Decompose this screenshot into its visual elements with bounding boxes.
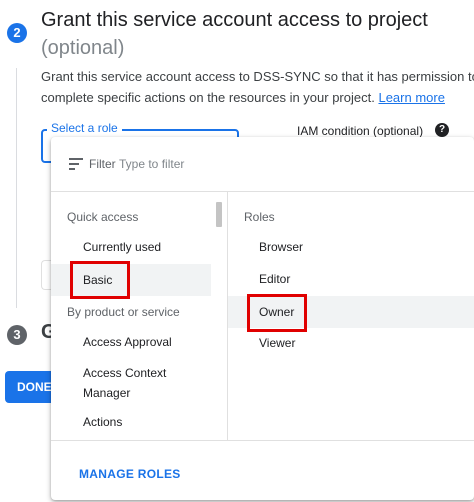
role-dropdown-panel: Filter Quick access Currently used Basic… (51, 137, 474, 500)
role-item-owner[interactable]: Owner (228, 296, 474, 328)
category-scrollbar[interactable] (216, 202, 222, 227)
category-item-currently-used[interactable]: Currently used (51, 238, 211, 256)
category-item-actions[interactable]: Actions (51, 413, 211, 431)
category-item-access-context-manager[interactable]: Access Context Manager (51, 363, 211, 403)
category-item-access-approval[interactable]: Access Approval (51, 333, 211, 351)
by-product-header: By product or service (67, 305, 180, 319)
step-2-description-line2: complete specific actions on the resourc… (41, 88, 445, 108)
help-icon[interactable]: ? (435, 123, 449, 137)
role-item-viewer[interactable]: Viewer (228, 334, 474, 352)
manage-roles-button[interactable]: MANAGE ROLES (79, 466, 181, 482)
step-2-badge: 2 (7, 23, 27, 43)
role-item-browser[interactable]: Browser (228, 238, 474, 256)
role-item-editor[interactable]: Editor (228, 270, 474, 288)
filter-icon (69, 158, 83, 170)
learn-more-link[interactable]: Learn more (378, 90, 444, 105)
filter-input[interactable] (119, 155, 449, 173)
step-2-title: Grant this service account access to pro… (41, 9, 428, 31)
filter-row: Filter (51, 137, 474, 192)
step-2-title-optional: (optional) (41, 37, 125, 59)
roles-header: Roles (244, 210, 275, 224)
step-2-description-line1: Grant this service account access to DSS… (41, 69, 474, 84)
step-connector-line (16, 68, 17, 308)
step-2-description-text: complete specific actions on the resourc… (41, 90, 375, 105)
filter-label: Filter (89, 157, 116, 171)
select-role-label: Select a role (47, 121, 122, 135)
category-item-basic[interactable]: Basic (51, 264, 211, 296)
category-list: Quick access Currently used Basic By pro… (51, 192, 227, 440)
roles-list: Roles Browser Editor Owner Viewer (228, 192, 474, 440)
step-3-badge: 3 (7, 325, 27, 345)
quick-access-header: Quick access (67, 210, 139, 224)
footer-divider (51, 440, 474, 441)
